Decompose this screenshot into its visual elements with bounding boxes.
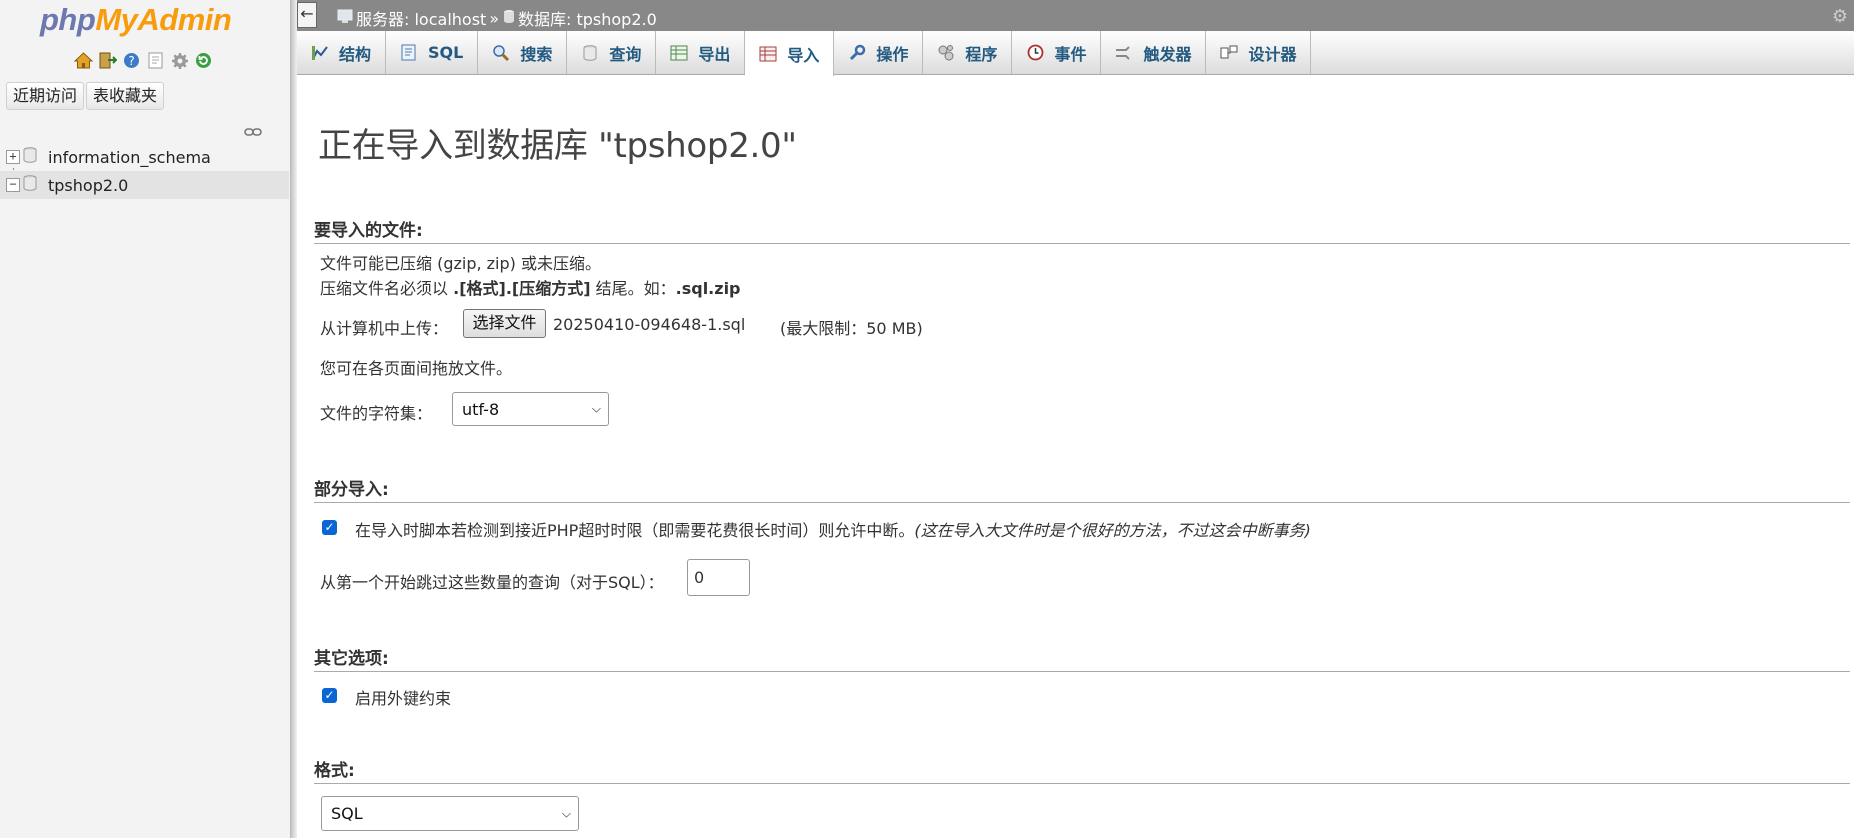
- drag-drop-hint: 您可在各页面间拖放文件。: [320, 359, 513, 378]
- breadcrumb-bar: ← 服务器: localhost » 数据库: tpshop2.0 ⚙: [297, 0, 1854, 31]
- structure-icon: [310, 44, 330, 62]
- page-title: 正在导入到数据库 "tpshop2.0": [318, 126, 797, 166]
- chevron-down-icon: ⌵: [591, 401, 601, 416]
- compression-filename-note: 压缩文件名必须以 .[格式].[压缩方式] 结尾。如：.sql.zip: [320, 279, 741, 298]
- recent-tables-button[interactable]: 近期访问: [6, 82, 85, 110]
- phpmyadmin-logo[interactable]: phpMyAdmin: [40, 2, 232, 38]
- reload-icon[interactable]: [194, 51, 213, 70]
- tab-bar: 结构 SQL 搜索 查询 导出 导入 操作 程序 事件 触发器 设计器: [297, 31, 1854, 76]
- link-chain-icon[interactable]: [244, 123, 262, 141]
- search-icon: [491, 44, 511, 62]
- tab-events[interactable]: 事件: [1012, 31, 1102, 74]
- collapse-icon[interactable]: −: [6, 178, 20, 192]
- page-settings-gear-icon[interactable]: ⚙: [1832, 6, 1848, 27]
- wrench-icon: [847, 44, 867, 62]
- skip-queries-input[interactable]: 0: [687, 559, 750, 596]
- charset-select[interactable]: utf-8 ⌵: [452, 392, 609, 426]
- allow-interrupt-checkbox[interactable]: ✓: [322, 520, 337, 535]
- breadcrumb-database[interactable]: 数据库: tpshop2.0: [503, 6, 657, 30]
- chevron-down-icon: ⌵: [561, 806, 571, 820]
- logout-icon[interactable]: [98, 51, 117, 70]
- tab-triggers[interactable]: 触发器: [1101, 31, 1207, 74]
- tab-routines[interactable]: 程序: [923, 31, 1013, 74]
- tab-structure[interactable]: 结构: [297, 31, 387, 74]
- docs-icon[interactable]: [146, 51, 165, 70]
- foreign-key-checkbox[interactable]: ✓: [322, 688, 337, 703]
- query-icon: [580, 44, 600, 62]
- favorite-tables-button[interactable]: 表收藏夹: [86, 82, 165, 110]
- import-page: 正在导入到数据库 "tpshop2.0" 要导入的文件: 文件可能已压缩 (gz…: [297, 76, 1854, 838]
- format-heading: 格式:: [314, 756, 1850, 784]
- import-icon: [758, 45, 778, 63]
- export-icon: [669, 44, 689, 62]
- db-name[interactable]: tpshop2.0: [48, 176, 128, 195]
- foreign-key-label[interactable]: 启用外键约束: [355, 685, 451, 709]
- home-icon[interactable]: [74, 51, 93, 70]
- tab-designer[interactable]: 设计器: [1206, 31, 1312, 74]
- other-options-heading: 其它选项:: [314, 644, 1850, 672]
- help-icon[interactable]: ?: [122, 51, 141, 70]
- tab-import[interactable]: 导入: [745, 31, 835, 76]
- db-tree-item-tpshop[interactable]: − tpshop2.0: [0, 171, 289, 199]
- tab-search[interactable]: 搜索: [478, 31, 568, 74]
- choose-file-button[interactable]: 选择文件: [463, 309, 546, 338]
- file-section-heading: 要导入的文件:: [314, 216, 1850, 244]
- settings-gear-icon[interactable]: [170, 51, 189, 70]
- charset-label: 文件的字符集：: [320, 404, 433, 423]
- upload-label: 从计算机中上传：: [320, 319, 449, 338]
- navigation-panel: phpMyAdmin ? 近期访问 表收藏夹 + information_sch…: [0, 0, 291, 838]
- server-icon: [337, 9, 353, 28]
- routines-icon: [936, 44, 956, 62]
- db-name[interactable]: information_schema: [48, 148, 211, 167]
- database-icon: [503, 9, 515, 28]
- db-tree-item-information-schema[interactable]: + information_schema: [0, 143, 289, 171]
- designer-icon: [1219, 44, 1239, 62]
- allow-interrupt-label[interactable]: 在导入时脚本若检测到接近PHP超时时限（即需要花费很长时间）则允许中断。(这在导…: [355, 517, 1311, 541]
- skip-queries-label: 从第一个开始跳过这些数量的查询（对于SQL）：: [320, 573, 664, 592]
- tab-sql[interactable]: SQL: [386, 31, 479, 74]
- partial-import-heading: 部分导入:: [314, 475, 1850, 503]
- tab-query[interactable]: 查询: [567, 31, 657, 74]
- expand-icon[interactable]: +: [6, 150, 20, 164]
- database-icon: [23, 147, 37, 167]
- triggers-icon: [1114, 44, 1134, 62]
- breadcrumb-server[interactable]: 服务器: localhost »: [337, 6, 499, 30]
- clock-icon: [1025, 44, 1045, 62]
- format-select[interactable]: SQL ⌵: [321, 796, 579, 831]
- sql-icon: [399, 44, 419, 62]
- tab-operations[interactable]: 操作: [834, 31, 924, 74]
- max-upload-size: (最大限制：50 MB): [780, 319, 923, 338]
- chosen-file-name: 20250410-094648-1.sql: [553, 315, 746, 334]
- collapse-nav-button[interactable]: ←: [297, 2, 317, 28]
- database-icon: [23, 175, 37, 195]
- quick-icons-bar: ?: [74, 51, 213, 70]
- compression-note: 文件可能已压缩 (gzip, zip) 或未压缩。: [320, 254, 601, 273]
- svg-text:?: ?: [128, 54, 134, 68]
- tab-export[interactable]: 导出: [656, 31, 746, 74]
